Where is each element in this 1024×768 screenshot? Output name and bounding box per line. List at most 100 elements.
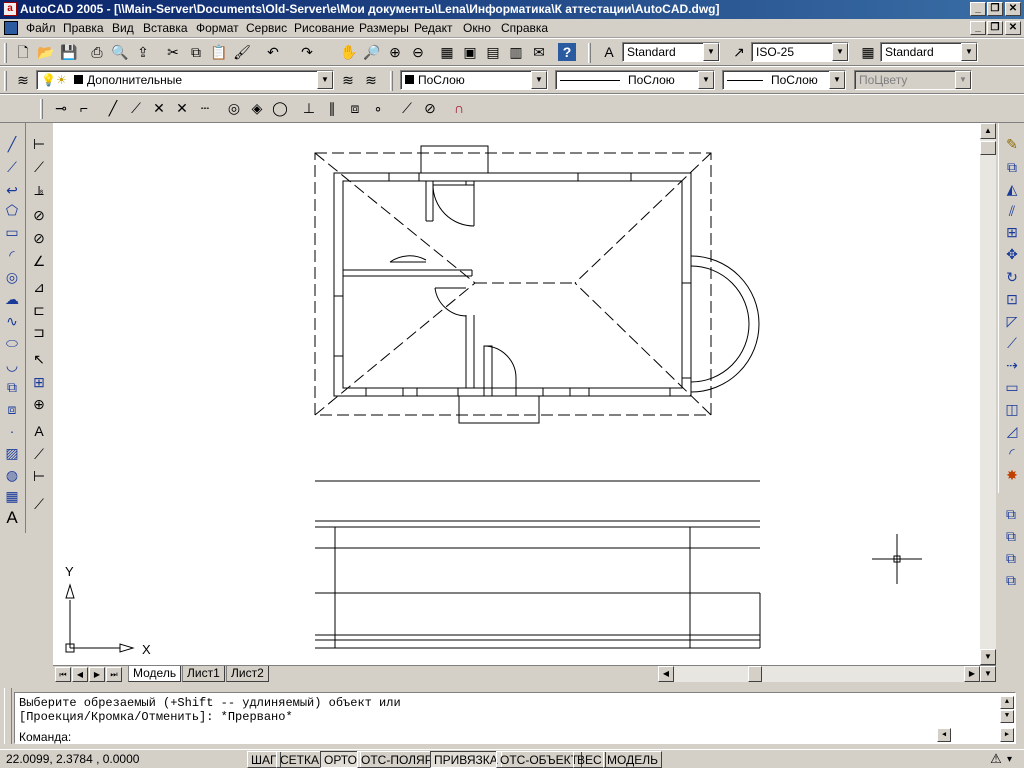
array-icon[interactable]: ⊞ [1001,221,1023,243]
xline-icon[interactable]: ⟋ [1,156,23,178]
menu-modify[interactable]: Редакт [414,21,452,35]
toggle-otrack[interactable]: ОТС-ОБЪЕКТ [496,751,582,768]
document-icon[interactable] [4,21,18,35]
chamfer-icon[interactable]: ◿ [1001,420,1023,442]
tab-sheet2[interactable]: Лист2 [226,666,269,682]
snap-apparent-intersection-icon[interactable]: ✕ [171,97,193,119]
toggle-model[interactable]: МОДЕЛЬ [603,751,662,768]
copy-icon[interactable]: ⧉ [185,41,207,63]
scroll-down-icon-2[interactable]: ▼ [980,666,996,682]
table-style-icon[interactable]: ▦ [857,41,879,63]
menu-file[interactable]: Файл [26,21,56,35]
dim-style-select[interactable]: ISO-25 ▼ [751,42,849,62]
bring-above-icon[interactable]: ⧉ [1000,547,1022,569]
layer-manager-icon[interactable]: ≋ [12,69,34,91]
cmd-hscroll-left-icon[interactable]: ◀ [937,728,951,742]
menu-format[interactable]: Формат [196,21,239,35]
menu-view[interactable]: Вид [112,21,134,35]
drawing-canvas[interactable]: Y X [53,123,980,665]
redo-icon[interactable]: ↷ [296,41,318,63]
dim-baseline-icon[interactable]: ⊏ [28,299,50,321]
command-grip[interactable] [4,688,12,744]
make-current-layer-icon[interactable]: ≋ [337,69,359,91]
save-icon[interactable]: 💾 [58,41,80,63]
toggle-osnap[interactable]: ПРИВЯЗКА [430,751,502,768]
layer-select[interactable]: 💡☀ Дополнительные ▼ [36,70,334,90]
osnap-settings-icon[interactable]: ∩ [448,97,470,119]
doc-close-button[interactable]: ✕ [1005,21,1021,35]
tab-last-icon[interactable]: ⏭ [106,667,122,682]
snap-tangent-icon[interactable]: ◯ [269,97,291,119]
doc-restore-button[interactable]: ❐ [987,21,1003,35]
scroll-left-icon[interactable]: ◀ [658,666,674,682]
scroll-thumb[interactable] [980,141,996,155]
mtext-icon[interactable]: A [1,507,23,529]
communication-center-icon[interactable]: ⚠ [986,751,1006,768]
horizontal-scrollbar[interactable]: ◀ ▶ [658,666,980,682]
toggle-lweight[interactable]: ВЕС [573,751,606,768]
hatch-icon[interactable]: ▨ [1,442,23,464]
tab-first-icon[interactable]: ⏮ [55,667,71,682]
dim-update-icon[interactable]: ⊢ [28,465,50,487]
scroll-up-icon[interactable]: ▲ [980,123,996,139]
tab-model[interactable]: Модель [128,666,182,682]
menu-edit[interactable]: Правка [63,21,104,35]
copy-object-icon[interactable]: ⧉ [1001,156,1023,178]
erase-icon[interactable]: ✎ [1001,133,1023,155]
circle-icon[interactable]: ◎ [1,266,23,288]
lineweight-select[interactable]: ПоСлою ▼ [722,70,846,90]
cmd-scroll-down-icon[interactable]: ▼ [1000,710,1014,723]
design-center-icon[interactable]: ▣ [459,41,481,63]
snap-insert-icon[interactable]: ⧈ [344,97,366,119]
table-style-select[interactable]: Standard ▼ [880,42,978,62]
zoom-previous-icon[interactable]: ⊖ [407,41,429,63]
close-button[interactable]: ✕ [1005,2,1021,16]
toggle-ortho[interactable]: ОРТО [320,751,361,768]
tab-prev-icon[interactable]: ◀ [72,667,88,682]
doc-minimize-button[interactable]: _ [970,21,986,35]
snap-none-icon[interactable]: ⊘ [419,97,441,119]
cmd-scroll-up-icon[interactable]: ▲ [1000,696,1014,709]
tab-next-icon[interactable]: ▶ [89,667,105,682]
properties-icon[interactable]: ▦ [436,41,458,63]
ellipse-arc-icon[interactable]: ◡ [1,354,23,376]
snap-from-icon[interactable]: ⌐ [73,97,95,119]
dim-diameter-icon[interactable]: ⊘ [28,227,50,249]
scroll-down-icon[interactable]: ▼ [980,649,996,665]
offset-icon[interactable]: ⫽ [1001,200,1023,222]
rectangle-icon[interactable]: ▭ [1,221,23,243]
revcloud-icon[interactable]: ☁ [1,288,23,310]
minimize-button[interactable]: _ [970,2,986,16]
toggle-polar[interactable]: ОТС-ПОЛЯР [357,751,437,768]
dim-continue-icon[interactable]: ⊐ [28,321,50,343]
dim-radius-icon[interactable]: ⊘ [28,204,50,226]
toggle-grid[interactable]: СЕТКА [276,751,323,768]
preview-icon[interactable]: 🔍 [109,41,131,63]
send-under-icon[interactable]: ⧉ [1000,569,1022,591]
dim-text-edit-icon[interactable]: ⟋ [28,443,50,465]
snap-perpendicular-icon[interactable]: ⊥ [298,97,320,119]
layer-previous-icon[interactable]: ≋ [360,69,382,91]
snap-parallel-icon[interactable]: ∥ [321,97,343,119]
text-style-select[interactable]: Standard ▼ [622,42,720,62]
dim-linear-icon[interactable]: ⊢ [28,133,50,155]
paste-icon[interactable]: 📋 [208,41,230,63]
snap-midpoint-icon[interactable]: ⟋ [125,97,147,119]
tolerance-icon[interactable]: ⊞ [28,371,50,393]
dim-ordinate-icon[interactable]: ⫡ [28,179,50,201]
dim-aligned-icon[interactable]: ⟋ [28,156,50,178]
quick-dim-icon[interactable]: ⊿ [28,276,50,298]
linetype-select[interactable]: ПоСлою ▼ [555,70,715,90]
snap-intersection-icon[interactable]: ✕ [148,97,170,119]
zoom-window-icon[interactable]: ⊕ [384,41,406,63]
send-to-back-icon[interactable]: ⧉ [1000,525,1022,547]
break-icon[interactable]: ◫ [1001,398,1023,420]
open-icon[interactable]: 📂 [35,41,57,63]
polygon-icon[interactable]: ⬠ [1,199,23,221]
print-icon[interactable]: ⎙ [86,41,108,63]
ellipse-icon[interactable]: ⬭ [1,332,23,354]
cut-icon[interactable]: ✂ [162,41,184,63]
spline-icon[interactable]: ∿ [1,310,23,332]
undo-icon[interactable]: ↶ [262,41,284,63]
markup-icon[interactable]: ✉ [528,41,550,63]
